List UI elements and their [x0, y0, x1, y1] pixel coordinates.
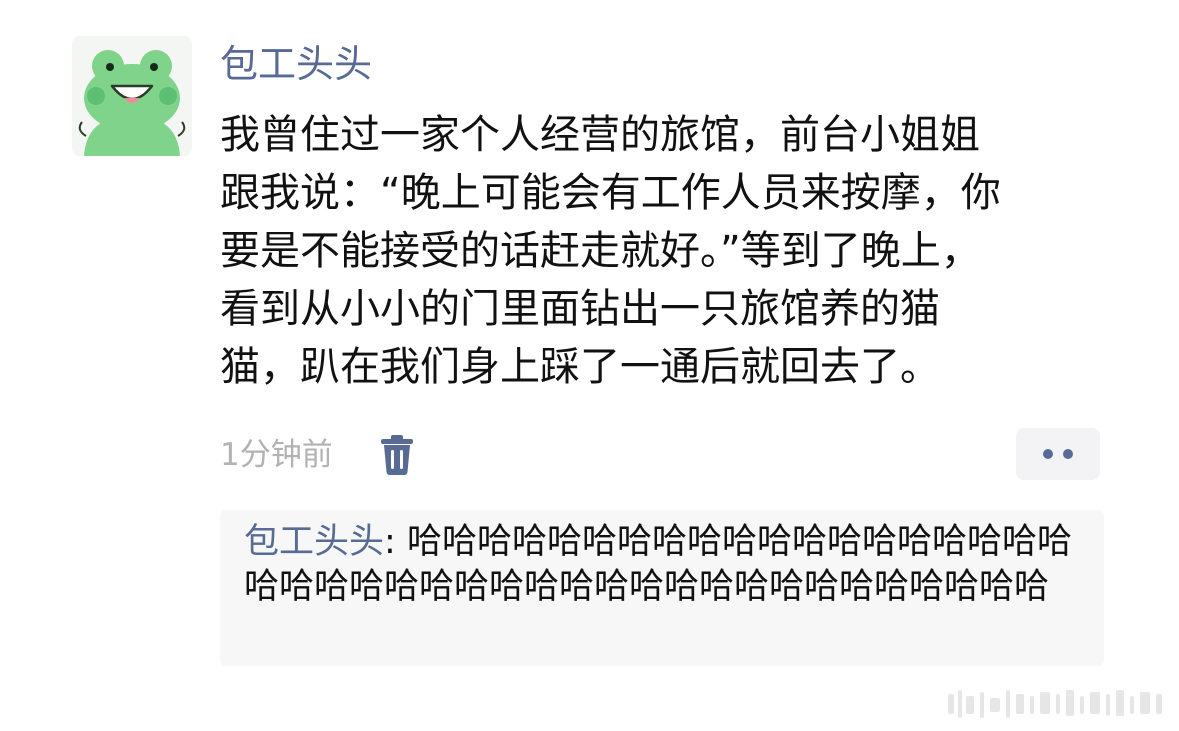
- moments-post: 包工头头 我曾住过一家个人经营的旅馆，前台小姐姐 跟我说：“晚上可能会有工作人员…: [0, 0, 1179, 731]
- more-button[interactable]: [1016, 428, 1100, 480]
- more-dots-icon: [1063, 449, 1073, 459]
- avatar[interactable]: [72, 36, 192, 156]
- watermark-logo: [944, 684, 1174, 724]
- frog-avatar-icon: [72, 36, 192, 156]
- post-timestamp: 1分钟前: [220, 437, 333, 473]
- comment-section: 包工头头: 哈哈哈哈哈哈哈哈哈哈哈哈哈哈哈哈哈哈哈哈哈哈哈哈哈哈哈哈哈哈哈哈哈哈…: [220, 510, 1104, 666]
- post-author-name[interactable]: 包工头头: [220, 36, 372, 92]
- post-text: 我曾住过一家个人经营的旅馆，前台小姐姐 跟我说：“晚上可能会有工作人员来按摩，你…: [220, 112, 1001, 390]
- comment-item[interactable]: 包工头头: 哈哈哈哈哈哈哈哈哈哈哈哈哈哈哈哈哈哈哈哈哈哈哈哈哈哈哈哈哈哈哈哈哈哈…: [244, 520, 1084, 610]
- comment-author[interactable]: 包工头头: [244, 522, 384, 562]
- more-dots-icon: [1043, 449, 1053, 459]
- comment-separator: :: [384, 522, 407, 562]
- trash-icon[interactable]: [378, 434, 416, 476]
